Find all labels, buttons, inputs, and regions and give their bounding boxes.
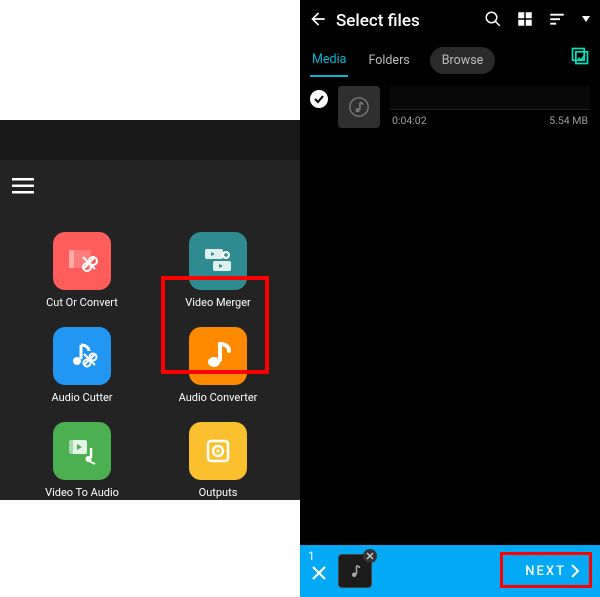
audio-converter-icon xyxy=(189,327,247,385)
tab-media[interactable]: Media xyxy=(310,44,348,77)
tool-audio-converter[interactable]: Audio Converter xyxy=(170,327,266,404)
close-icon xyxy=(310,564,328,582)
file-item[interactable]: 0:04:02 5.54 MB xyxy=(300,78,600,136)
chip-remove-button[interactable] xyxy=(363,549,377,563)
tool-label: Video Merger xyxy=(185,296,251,309)
back-button[interactable] xyxy=(308,9,328,33)
tabs-row: Media Folders Browse xyxy=(300,42,600,78)
select-all-icon xyxy=(570,46,590,66)
tool-label: Outputs xyxy=(199,486,238,499)
arrow-left-icon xyxy=(308,9,328,29)
audio-cutter-icon xyxy=(53,327,111,385)
outputs-icon xyxy=(189,422,247,480)
close-icon xyxy=(366,552,374,560)
caret-down-icon xyxy=(580,10,592,28)
file-size: 5.54 MB xyxy=(549,114,588,127)
music-note-icon xyxy=(346,562,364,580)
check-icon xyxy=(313,93,325,105)
tool-outputs[interactable]: Outputs xyxy=(170,422,266,499)
right-appbar: Select files xyxy=(300,0,600,42)
tool-label: Audio Converter xyxy=(179,391,258,404)
tool-cut-or-convert[interactable]: Cut Or Convert xyxy=(34,232,130,309)
sort-button[interactable] xyxy=(548,10,566,32)
video-to-audio-icon xyxy=(53,422,111,480)
select-all-button[interactable] xyxy=(570,46,590,70)
search-icon xyxy=(484,10,502,28)
menu-button[interactable] xyxy=(0,170,300,202)
tool-video-to-audio[interactable]: Video To Audio xyxy=(34,422,130,499)
sort-icon xyxy=(548,10,566,28)
file-checkbox[interactable] xyxy=(310,90,328,108)
file-name-redacted xyxy=(390,86,590,110)
search-button[interactable] xyxy=(484,10,502,32)
tool-label: Cut Or Convert xyxy=(46,296,118,309)
tab-browse[interactable]: Browse xyxy=(430,47,496,74)
overflow-button[interactable] xyxy=(580,10,592,32)
next-button[interactable]: NEXT xyxy=(515,558,590,585)
tool-label: Audio Cutter xyxy=(51,391,112,404)
selection-count: 1 xyxy=(308,549,315,563)
grid-icon xyxy=(516,10,534,28)
selected-file-chip[interactable] xyxy=(338,554,372,588)
view-grid-button[interactable] xyxy=(516,10,534,32)
video-merger-icon xyxy=(189,232,247,290)
chevron-right-icon xyxy=(570,564,580,578)
cut-convert-icon xyxy=(53,232,111,290)
left-appbar xyxy=(0,120,300,160)
footer-bar: 1 NEXT xyxy=(300,545,600,597)
left-whitespace xyxy=(0,0,300,120)
tab-folders[interactable]: Folders xyxy=(366,45,411,76)
hamburger-icon xyxy=(12,178,34,194)
tool-audio-cutter[interactable]: Audio Cutter xyxy=(34,327,130,404)
clear-selection-button[interactable] xyxy=(310,564,328,586)
file-list-empty-space xyxy=(300,136,600,545)
page-title: Select files xyxy=(336,11,476,31)
file-duration: 0:04:02 xyxy=(392,114,427,127)
tool-video-merger[interactable]: Video Merger xyxy=(170,232,266,309)
file-thumbnail xyxy=(338,86,380,128)
next-label: NEXT xyxy=(525,564,566,579)
tools-grid: Cut Or Convert Video Merger Audio Cutter xyxy=(0,202,300,509)
music-note-icon xyxy=(348,96,370,118)
tool-label: Video To Audio xyxy=(45,486,119,499)
